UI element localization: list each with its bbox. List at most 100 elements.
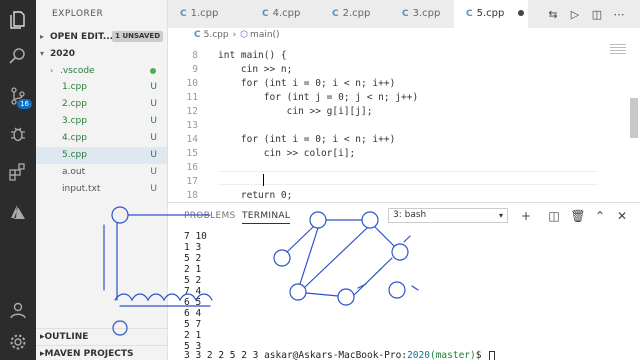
code-line: 12 cin >> g[i][j]; <box>186 106 373 117</box>
search-icon[interactable] <box>8 46 28 66</box>
editor-tab-bar: C 1.cpp C 4.cpp C 2.cpp C 3.cpp C 5.cpp ⇆ ▷ ◫… <box>168 0 640 28</box>
prompt-path: 2020 <box>407 350 430 360</box>
tree-item-3cpp[interactable]: 3.cpp U <box>36 113 167 130</box>
prompt-symbol: $ <box>475 350 488 360</box>
code-text: for (int j = 0; j < n; j++) <box>218 92 419 103</box>
tree-item-label: .vscode <box>60 66 95 76</box>
cpp-file-icon: C <box>262 9 269 19</box>
tab-label: 2.cpp <box>342 8 371 19</box>
chevron-right-icon: › <box>50 66 54 75</box>
terminal-line: 6 5 <box>184 297 202 308</box>
open-editors-section[interactable]: ▸ OPEN EDIT... 1 UNSAVED <box>36 28 167 45</box>
prompt-user: askar@Askars-MacBook-Pro: <box>264 350 408 360</box>
bottom-panel: PROBLEMS TERMINAL 3: bash ▾ + ◫ 🗑 ⌃ ✕ 7 … <box>168 202 640 360</box>
cpp-file-icon: C <box>332 9 339 19</box>
tab-problems[interactable]: PROBLEMS <box>184 211 236 221</box>
tree-item-label: 5.cpp <box>62 150 87 160</box>
more-actions-icon[interactable]: ⋯ <box>610 5 628 23</box>
tab-terminal[interactable]: TERMINAL <box>242 211 291 224</box>
close-panel-icon[interactable]: ✕ <box>614 208 630 224</box>
breadcrumb-file[interactable]: 5.cpp <box>204 30 229 40</box>
tree-item-label: 2.cpp <box>62 99 87 109</box>
activity-bar: 16 <box>0 0 36 360</box>
tree-item-4cpp[interactable]: 4.cpp U <box>36 130 167 147</box>
outline-section[interactable]: ▸OUTLINE <box>36 328 168 345</box>
kill-terminal-icon[interactable]: 🗑 <box>570 208 586 224</box>
maximize-panel-icon[interactable]: ⌃ <box>592 208 608 224</box>
code-line: 13 <box>186 120 198 131</box>
git-status: U <box>150 99 157 109</box>
terminal-line: 1 3 <box>184 242 202 253</box>
chevron-down-icon: ▾ <box>498 211 503 220</box>
terminal-prompt[interactable]: 3 3 2 2 5 2 3 askar@Askars-MacBook-Pro:2… <box>184 350 496 360</box>
split-terminal-icon[interactable]: ◫ <box>546 208 562 224</box>
chevron-right-icon: ▸ <box>40 32 45 41</box>
tree-item-1cpp[interactable]: 1.cpp U <box>36 79 167 96</box>
tab-4cpp[interactable]: C 4.cpp <box>250 0 322 28</box>
tree-item-label: 4.cpp <box>62 133 87 143</box>
code-editor[interactable]: 8 int main() { 9 cin >> n; 10 for (int i … <box>168 42 640 202</box>
run-icon[interactable]: ▷ <box>566 5 584 23</box>
tab-5cpp[interactable]: C 5.cpp <box>454 0 528 28</box>
terminal-select-value: 3: bash <box>393 210 427 220</box>
tab-label: 4.cpp <box>272 8 301 19</box>
compare-changes-icon[interactable]: ⇆ <box>544 5 562 23</box>
modified-dot-icon <box>150 68 156 74</box>
code-text: return 0; <box>218 190 293 201</box>
tree-item-label: input.txt <box>62 184 101 194</box>
terminal-select[interactable]: 3: bash ▾ <box>388 208 508 223</box>
tree-item-5cpp[interactable]: 5.cpp U <box>36 147 167 164</box>
tab-1cpp[interactable]: C 1.cpp <box>168 0 240 28</box>
function-icon: ⬡ <box>240 30 249 40</box>
code-line: 10 for (int i = 0; i < n; i++) <box>186 78 396 89</box>
terminal-line: 7 10 <box>184 231 207 242</box>
tree-item-inputtxt[interactable]: input.txt U <box>36 181 167 198</box>
cpp-file-icon: C <box>402 9 409 19</box>
tree-item-label: 1.cpp <box>62 82 87 92</box>
tree-item-aout[interactable]: a.out U <box>36 164 167 181</box>
account-icon[interactable] <box>8 300 28 320</box>
source-control-icon[interactable]: 16 <box>8 86 32 109</box>
breadcrumb-symbol[interactable]: main() <box>250 30 280 40</box>
maven-label: MAVEN PROJECTS <box>44 349 134 359</box>
maven-projects-section[interactable]: ▸MAVEN PROJECTS <box>36 345 168 360</box>
tab-label: 5.cpp <box>476 8 505 19</box>
breadcrumb: C 5.cpp › ⬡ main() <box>168 28 640 42</box>
files-icon[interactable] <box>8 10 28 30</box>
split-editor-icon[interactable]: ◫ <box>588 5 606 23</box>
git-status: U <box>150 116 157 126</box>
code-text: cin >> n; <box>218 64 293 75</box>
azure-icon[interactable] <box>8 202 28 222</box>
explorer-sidebar: EXPLORER ▸ OPEN EDIT... 1 UNSAVED ▾ 2020 ›… <box>36 0 168 360</box>
git-status: U <box>150 167 157 177</box>
code-text: for (int i = 0; i < n; i++) <box>218 78 396 89</box>
extensions-icon[interactable] <box>8 162 28 182</box>
prompt-input-echo: 3 3 2 2 5 2 3 <box>184 350 265 360</box>
unsaved-dot-icon <box>518 10 525 16</box>
settings-gear-icon[interactable] <box>8 332 28 352</box>
code-line: 8 int main() { <box>192 50 287 61</box>
terminal-line: 5 2 <box>184 275 202 286</box>
minimap[interactable] <box>610 44 626 58</box>
tree-item-vscode[interactable]: › .vscode <box>36 62 167 79</box>
cpp-file-icon: C <box>466 9 473 19</box>
code-text: cin >> color[i]; <box>218 148 356 159</box>
folder-2020[interactable]: ▾ 2020 <box>36 45 167 62</box>
tab-2cpp[interactable]: C 2.cpp <box>320 0 392 28</box>
prompt-branch: (master) <box>429 350 476 360</box>
tree-item-2cpp[interactable]: 2.cpp U <box>36 96 167 113</box>
tab-3cpp[interactable]: C 3.cpp <box>390 0 462 28</box>
terminal-line: 6 4 <box>184 308 202 319</box>
git-status: U <box>150 133 157 143</box>
folder-label: 2020 <box>50 49 76 59</box>
terminal-line: 2 1 <box>184 330 202 341</box>
code-text: int main() { <box>218 50 287 61</box>
code-line: 14 for (int i = 0; i < n; i++) <box>186 134 396 145</box>
tab-label: 3.cpp <box>412 8 441 19</box>
editor-scrollbar[interactable] <box>630 98 638 138</box>
debug-icon[interactable] <box>8 124 28 144</box>
text-cursor <box>263 174 264 186</box>
new-terminal-icon[interactable]: + <box>518 208 534 224</box>
code-text: for (int i = 0; i < n; i++) <box>218 134 396 145</box>
code-line: 18 return 0; <box>186 190 293 201</box>
